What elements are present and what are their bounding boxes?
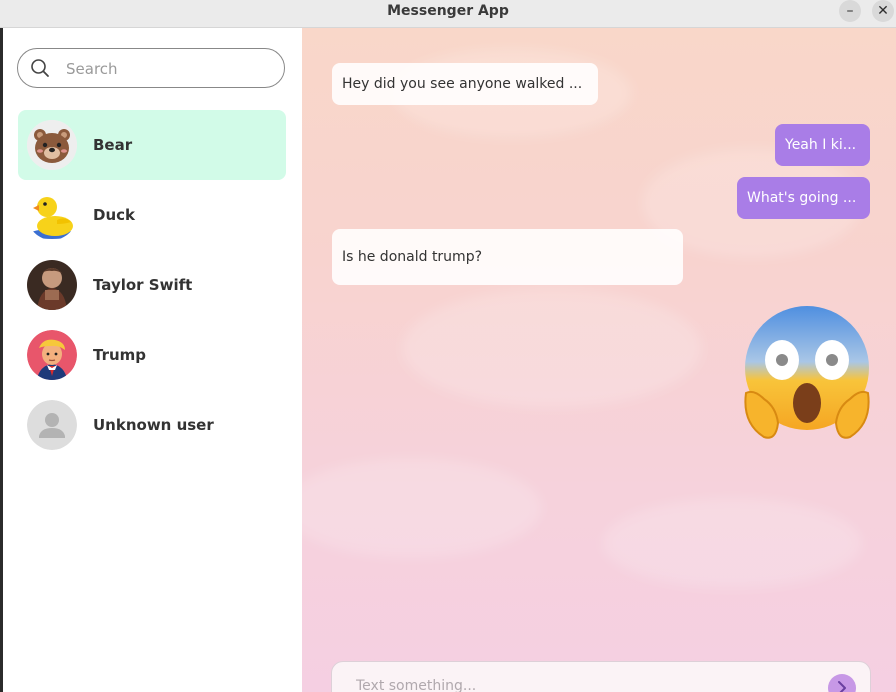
contact-duck[interactable]: Duck (18, 180, 286, 250)
contact-bear[interactable]: Bear (18, 110, 286, 180)
chat-panel: Hey did you see anyone walked ... Yeah I… (302, 28, 896, 692)
contact-name: Duck (93, 206, 135, 224)
cartoon-avatar (27, 330, 77, 380)
contact-name: Bear (93, 136, 133, 154)
contacts-sidebar: Bear Duck Taylor Swift (3, 28, 302, 692)
default-user-avatar (27, 400, 77, 450)
search-box[interactable] (17, 48, 285, 88)
contact-unknown-user[interactable]: Unknown user (18, 390, 286, 460)
message-composer (331, 661, 871, 692)
window-title: Messenger App (387, 3, 509, 19)
bear-avatar (27, 120, 77, 170)
background-cloud (602, 498, 862, 588)
contact-name: Trump (93, 346, 147, 364)
contact-trump[interactable]: Trump (18, 320, 286, 390)
send-button[interactable] (828, 674, 856, 692)
message-outgoing[interactable]: What's going ... (737, 177, 870, 219)
message-input[interactable] (354, 674, 798, 692)
contact-taylor-swift[interactable]: Taylor Swift (18, 250, 286, 320)
search-input[interactable] (64, 55, 268, 83)
duck-avatar (27, 190, 77, 240)
message-outgoing[interactable]: Yeah I ki... (775, 124, 870, 166)
background-cloud (402, 288, 702, 408)
message-incoming[interactable]: Hey did you see anyone walked ... (332, 63, 598, 105)
photo-avatar (27, 260, 77, 310)
window-titlebar: Messenger App – ✕ (0, 0, 896, 28)
minimize-button[interactable]: – (839, 0, 861, 22)
close-button[interactable]: ✕ (872, 0, 894, 22)
contact-name: Taylor Swift (93, 276, 193, 294)
search-icon (31, 59, 49, 77)
contact-name: Unknown user (93, 416, 214, 434)
background-cloud (302, 458, 542, 558)
message-incoming[interactable]: Is he donald trump? (332, 229, 683, 285)
screaming-face-emoji[interactable] (742, 303, 872, 443)
chevron-right-icon (838, 681, 846, 692)
